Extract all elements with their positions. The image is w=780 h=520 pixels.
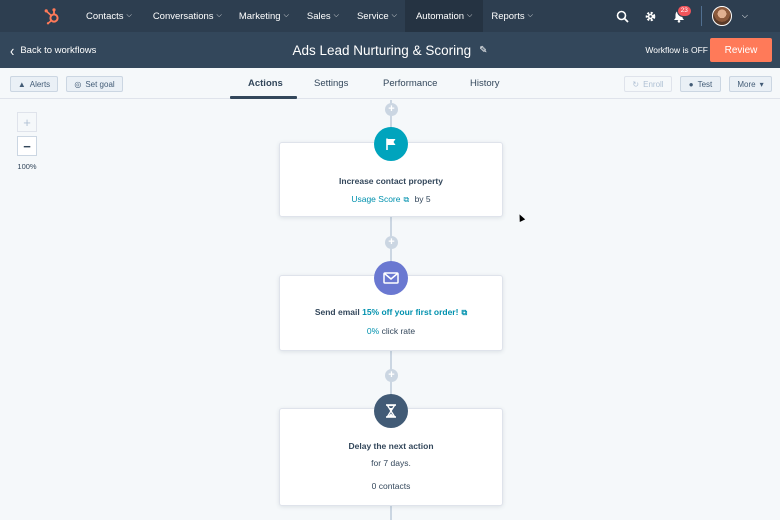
chevron-down-icon: ⌵ <box>216 12 222 19</box>
nav-label: Reports <box>491 10 525 22</box>
chevron-down-icon: ⌵ <box>391 12 397 19</box>
refresh-icon: ↻ <box>632 79 640 89</box>
nav-conversations[interactable]: Conversations ⌵ <box>145 0 230 32</box>
set-goal-label: Set goal <box>85 79 115 89</box>
email-link[interactable]: 15% off your first order! <box>362 307 458 317</box>
pencil-icon[interactable]: ✎ <box>479 45 487 56</box>
send-email-prefix: Send email <box>314 307 360 317</box>
connector-line <box>390 505 392 520</box>
zoom-in-button[interactable]: + <box>17 112 37 132</box>
nav-reports[interactable]: Reports ⌵ <box>483 0 541 32</box>
gear-icon[interactable] <box>637 0 665 32</box>
nav-label: Conversations <box>152 10 214 22</box>
search-icon[interactable] <box>609 0 637 32</box>
more-label: More <box>737 79 756 89</box>
nav-sales[interactable]: Sales ⌵ <box>299 0 347 32</box>
zoom-level: 100% <box>17 162 37 171</box>
action-title: Increase contact property <box>339 176 443 186</box>
external-link-icon[interactable]: ⧉ <box>403 195 409 204</box>
nav-divider <box>700 6 702 26</box>
flag-icon <box>374 127 408 161</box>
review-button[interactable]: Review <box>710 38 772 62</box>
delay-duration: for 7 days. <box>371 458 411 468</box>
chevron-down-icon[interactable]: ⌵ <box>742 11 748 21</box>
external-link-icon[interactable]: ⧉ <box>461 308 467 317</box>
bell-icon[interactable]: 23 <box>665 0 693 32</box>
nav-label: Sales <box>306 10 331 22</box>
tab-actions[interactable]: Actions <box>248 68 283 99</box>
enroll-button[interactable]: ↻ Enroll <box>624 76 672 92</box>
nav-automation[interactable]: Automation ⌵ <box>404 0 484 32</box>
workflow-status: Workflow is OFF <box>645 45 708 55</box>
target-icon: ◎ <box>74 79 82 89</box>
avatar[interactable] <box>711 6 732 26</box>
contacts-count[interactable]: 0 contacts <box>280 481 502 491</box>
warning-icon: ▲ <box>17 79 26 89</box>
workflow-header: ‹ Back to workflows Ads Lead Nurturing &… <box>0 32 780 68</box>
enroll-label: Enroll <box>643 79 664 89</box>
envelope-icon <box>374 261 408 295</box>
add-action-button[interactable]: + <box>385 369 398 382</box>
tab-history[interactable]: History <box>470 68 500 99</box>
hourglass-icon <box>374 394 408 428</box>
click-rate-value[interactable]: 0% <box>367 326 379 336</box>
action-detail: Usage Score ⧉ by 5 <box>280 194 502 205</box>
add-action-button[interactable]: + <box>385 103 398 116</box>
hubspot-logo-icon[interactable] <box>30 0 74 32</box>
chevron-down-icon: ⌵ <box>467 12 473 19</box>
active-tab-indicator <box>230 96 297 99</box>
usage-score-link[interactable]: Usage Score <box>351 194 400 204</box>
notification-badge: 23 <box>676 5 692 17</box>
tabs-bar: ▲ Alerts ◎ Set goal Actions Settings Per… <box>0 68 780 99</box>
nav-marketing[interactable]: Marketing ⌵ <box>231 0 297 32</box>
more-button[interactable]: More ▾ <box>729 76 772 92</box>
email-stats: 0% click rate <box>280 326 502 336</box>
alerts-button[interactable]: ▲ Alerts <box>10 76 58 92</box>
workflow-canvas[interactable]: + − 100% + + + Increase contact property… <box>0 100 780 520</box>
nav-contacts[interactable]: Contacts ⌵ <box>78 0 140 32</box>
chevron-down-icon: ⌵ <box>333 12 339 19</box>
workflow-title-text: Ads Lead Nurturing & Scoring <box>292 42 472 58</box>
chevron-down-icon: ⌵ <box>283 12 289 19</box>
action-title: Send email 15% off your first order! ⧉ <box>280 307 502 318</box>
top-navigation: Contacts ⌵ Conversations ⌵ Marketing ⌵ Sale… <box>0 0 780 32</box>
action-title: Delay the next action <box>348 441 434 451</box>
test-label: Test <box>697 79 713 89</box>
nav-label: Contacts <box>86 10 124 22</box>
add-action-button[interactable]: + <box>385 236 398 249</box>
caret-down-icon: ▾ <box>759 79 764 89</box>
set-goal-button[interactable]: ◎ Set goal <box>66 76 123 92</box>
nav-label: Service <box>356 10 389 22</box>
zoom-out-button[interactable]: − <box>17 136 37 156</box>
nav-label: Marketing <box>238 10 281 22</box>
person-icon: ● <box>688 79 694 89</box>
nav-label: Automation <box>415 10 465 22</box>
tab-performance[interactable]: Performance <box>383 68 437 99</box>
click-rate-label: click rate <box>381 326 416 336</box>
alerts-label: Alerts <box>29 79 51 89</box>
chevron-down-icon: ⌵ <box>126 12 132 19</box>
nav-service[interactable]: Service ⌵ <box>349 0 405 32</box>
test-button[interactable]: ● Test <box>680 76 721 92</box>
zoom-controls: + − 100% <box>17 112 37 171</box>
chevron-down-icon: ⌵ <box>527 12 533 19</box>
by-value: by 5 <box>414 194 431 204</box>
tab-settings[interactable]: Settings <box>314 68 348 99</box>
